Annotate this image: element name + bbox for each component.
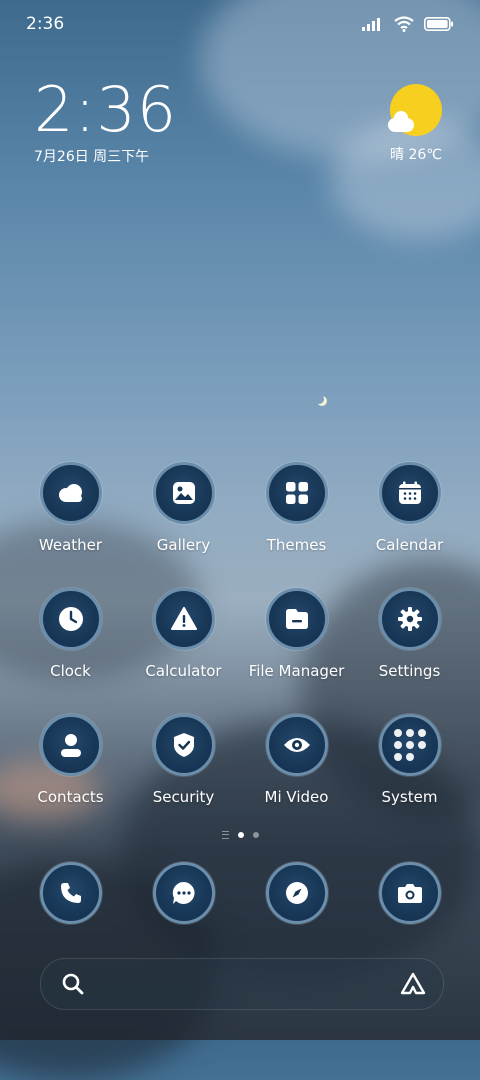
app-label: File Manager bbox=[248, 662, 345, 680]
app-mi-video[interactable]: Mi Video bbox=[240, 714, 353, 840]
clock-date: 7月26日 周三下午 bbox=[34, 149, 150, 165]
dock-phone[interactable] bbox=[14, 862, 127, 924]
status-bar: 2:36 bbox=[0, 0, 480, 50]
moon-decoration bbox=[314, 394, 324, 404]
assistant-icon[interactable] bbox=[399, 971, 427, 997]
gear-icon bbox=[378, 588, 441, 650]
app-label: Security bbox=[152, 788, 215, 806]
clock-icon bbox=[39, 588, 102, 650]
app-grid: Weather Gallery Themes Calendar Clock Ca… bbox=[14, 462, 466, 840]
gallery-icon bbox=[152, 462, 215, 524]
app-calendar[interactable]: Calendar bbox=[353, 462, 466, 588]
page-list-indicator bbox=[221, 831, 229, 839]
app-contacts[interactable]: Contacts bbox=[14, 714, 127, 840]
status-icons bbox=[362, 16, 454, 32]
dock-camera[interactable] bbox=[353, 862, 466, 924]
app-label: Weather bbox=[38, 536, 103, 554]
warning-triangle-icon bbox=[152, 588, 215, 650]
app-security[interactable]: Security bbox=[127, 714, 240, 840]
app-label: Mi Video bbox=[264, 788, 329, 806]
app-themes[interactable]: Themes bbox=[240, 462, 353, 588]
app-weather[interactable]: Weather bbox=[14, 462, 127, 588]
weather-text: 晴 26℃ bbox=[390, 147, 442, 163]
person-icon bbox=[39, 714, 102, 776]
eye-icon bbox=[265, 714, 328, 776]
app-file-manager[interactable]: File Manager bbox=[240, 588, 353, 714]
themes-grid-icon bbox=[265, 462, 328, 524]
dock bbox=[14, 862, 466, 924]
clock-time: 2:36 bbox=[34, 73, 178, 146]
shield-check-icon bbox=[152, 714, 215, 776]
search-bar[interactable] bbox=[40, 958, 444, 1010]
battery-icon bbox=[424, 17, 453, 31]
app-calculator[interactable]: Calculator bbox=[127, 588, 240, 714]
app-clock[interactable]: Clock bbox=[14, 588, 127, 714]
camera-icon bbox=[378, 862, 441, 924]
clock-widget[interactable]: 2:36 7月26日 周三下午 bbox=[34, 78, 177, 166]
dock-messages[interactable] bbox=[127, 862, 240, 924]
app-label: Settings bbox=[378, 662, 441, 680]
app-label: System bbox=[381, 788, 438, 806]
folder-icon bbox=[265, 588, 328, 650]
page-indicator bbox=[0, 831, 480, 839]
weather-cloud-icon bbox=[39, 462, 102, 524]
calendar-icon bbox=[378, 462, 441, 524]
app-label: Contacts bbox=[37, 788, 104, 806]
signal-icon bbox=[362, 18, 380, 31]
app-gallery[interactable]: Gallery bbox=[127, 462, 240, 588]
app-label: Themes bbox=[266, 536, 327, 554]
app-label: Calendar bbox=[375, 536, 444, 554]
app-settings[interactable]: Settings bbox=[353, 588, 466, 714]
app-label: Calculator bbox=[145, 662, 222, 680]
message-icon bbox=[152, 862, 215, 924]
wifi-icon bbox=[394, 16, 414, 32]
system-folder-icon bbox=[378, 714, 441, 776]
weather-widget[interactable]: 晴 26℃ bbox=[386, 84, 446, 164]
phone-icon bbox=[39, 862, 102, 924]
app-label: Clock bbox=[50, 662, 91, 680]
page-dot bbox=[252, 832, 259, 838]
status-time: 2:36 bbox=[26, 14, 65, 34]
search-icon bbox=[62, 973, 84, 995]
app-label: Gallery bbox=[156, 536, 211, 554]
sunny-icon bbox=[388, 84, 442, 136]
dock-browser[interactable] bbox=[240, 862, 353, 924]
page-dot-active bbox=[237, 832, 244, 838]
compass-icon bbox=[265, 862, 328, 924]
app-system-folder[interactable]: System bbox=[353, 714, 466, 840]
